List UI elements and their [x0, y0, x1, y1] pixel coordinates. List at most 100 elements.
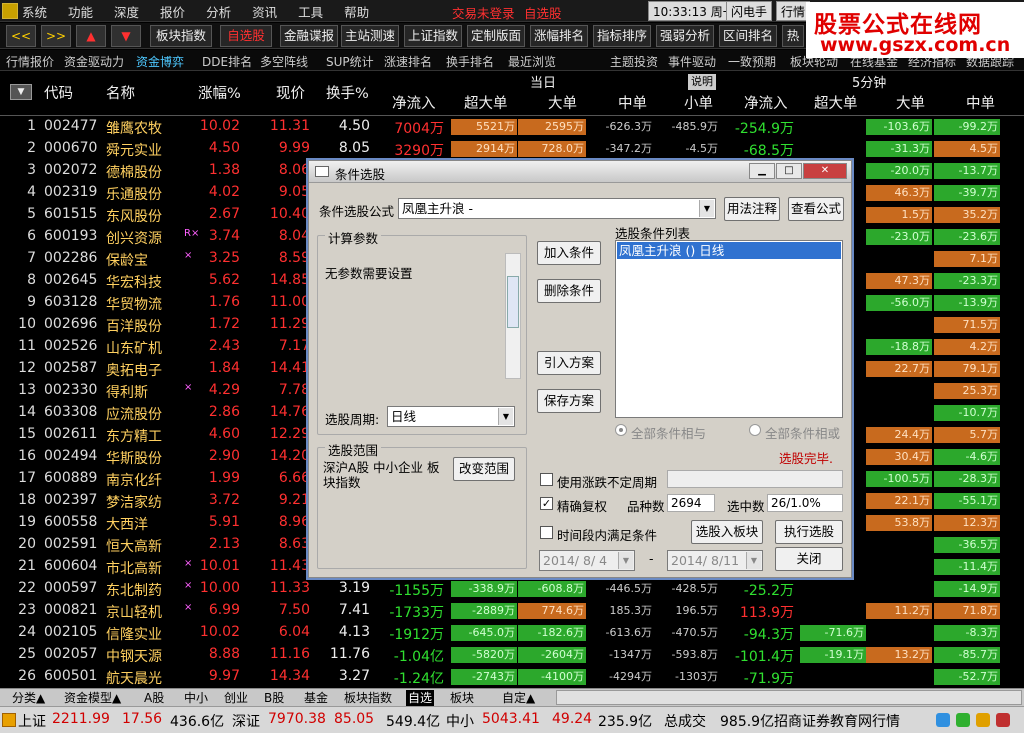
table-row[interactable]: 26 600501 航天晨光 9.97 14.34 3.27 -1.24亿 -2743万 -41… — [0, 666, 1024, 688]
radio-and[interactable] — [615, 424, 627, 436]
date-from-picker[interactable]: 2014/ 8/ 4 ▼ — [539, 550, 635, 571]
view-formula-button[interactable]: 查看公式 — [788, 197, 844, 221]
table-row[interactable]: 1 002477 雏鹰农牧 10.02 11.31 4.50 7004万 5521万 2595万… — [0, 116, 1024, 138]
col-name[interactable]: 名称 — [106, 82, 135, 104]
menu-depth[interactable]: 深度 — [114, 2, 139, 21]
message-icon[interactable] — [936, 713, 950, 727]
tab-speed-rank[interactable]: 涨速排名 — [384, 53, 432, 70]
dialog-titlebar[interactable]: 条件选股 ▁ □ ✕ — [309, 161, 851, 183]
tab-consensus[interactable]: 一致预期 — [728, 53, 776, 70]
maximize-icon[interactable]: □ — [776, 163, 802, 179]
tab-fund-game[interactable]: 资金博弈 — [136, 53, 184, 70]
uncertain-period-checkbox[interactable] — [540, 473, 553, 486]
btn-my-stocks[interactable]: 自选股 — [220, 25, 272, 47]
menu-analysis[interactable]: 分析 — [206, 2, 231, 21]
tab-dde-rank[interactable]: DDE排名 — [202, 53, 252, 70]
my-pick-link[interactable]: 自选股 — [524, 3, 562, 22]
btn-strength-analysis[interactable]: 强弱分析 — [656, 25, 714, 47]
alert-icon[interactable] — [996, 713, 1010, 727]
btn-hot[interactable]: 热 — [782, 25, 804, 47]
change-range-button[interactable]: 改变范围 — [453, 457, 515, 481]
radio-or[interactable] — [749, 424, 761, 436]
btab-sme[interactable]: 中小 — [182, 690, 210, 706]
signal-icon[interactable] — [976, 713, 990, 727]
col-medium[interactable]: 中单 — [618, 92, 647, 114]
flash-trade-button[interactable]: 闪电手 — [726, 1, 773, 21]
menu-function[interactable]: 功能 — [68, 2, 93, 21]
add-condition-button[interactable]: 加入条件 — [537, 241, 601, 265]
tab-event-drive[interactable]: 事件驱动 — [668, 53, 716, 70]
btab-fund-model[interactable]: 资金模型▲ — [62, 690, 123, 706]
trade-login-status[interactable]: 交易未登录 — [452, 3, 515, 22]
btab-growth[interactable]: 创业 — [222, 690, 250, 706]
table-row[interactable]: 24 002105 信隆实业 10.02 6.04 4.13 -1912万 -645.0万 -1… — [0, 622, 1024, 644]
col-net-inflow-5m[interactable]: 净流入 — [744, 92, 788, 114]
import-scheme-button[interactable]: 引入方案 — [537, 351, 601, 375]
connection-icon[interactable] — [956, 713, 970, 727]
btab-b-share[interactable]: B股 — [262, 690, 286, 706]
menu-tools[interactable]: 工具 — [298, 2, 323, 21]
menu-system[interactable]: 系统 — [22, 2, 47, 21]
col-large-5m[interactable]: 大单 — [896, 92, 925, 114]
tab-quote-list[interactable]: 行情报价 — [6, 53, 54, 70]
btn-sh-index[interactable]: 上证指数 — [404, 25, 462, 47]
col-medium-5m[interactable]: 中单 — [966, 92, 995, 114]
date-to-picker[interactable]: 2014/ 8/11 ▼ — [667, 550, 763, 571]
to-board-button[interactable]: 选股入板块 — [691, 520, 763, 544]
close-button[interactable]: 关闭 — [775, 547, 843, 571]
col-price[interactable]: 现价 — [276, 82, 305, 104]
btn-rise-rank[interactable]: 涨幅排名 — [530, 25, 588, 47]
btab-my-pick[interactable]: 自选 — [406, 690, 435, 706]
btn-finance-intel[interactable]: 金融谍报 — [280, 25, 338, 47]
table-row[interactable]: 2 000670 舜元实业 4.50 9.99 8.05 3290万 2914万 728.0万 -… — [0, 138, 1024, 160]
col-xlarge-5m[interactable]: 超大单 — [814, 92, 858, 114]
btab-custom[interactable]: 自定▲ — [500, 690, 537, 706]
col-code[interactable]: 代码 — [44, 82, 73, 104]
nav-back-icon[interactable]: << — [6, 25, 36, 47]
col-small[interactable]: 小单 — [684, 92, 713, 114]
btn-indicator-sort[interactable]: 指标排序 — [593, 25, 651, 47]
run-screen-button[interactable]: 执行选股 — [775, 520, 843, 544]
condition-item[interactable]: 凤凰主升浪 () 日线 — [617, 242, 841, 259]
col-change[interactable]: 涨幅% — [198, 82, 241, 104]
col-turnover[interactable]: 换手% — [326, 82, 369, 104]
usage-button[interactable]: 用法注释 — [724, 197, 780, 221]
exact-adjust-checkbox[interactable]: ✓ — [540, 497, 553, 510]
nav-forward-icon[interactable]: >> — [41, 25, 71, 47]
btab-sector-index[interactable]: 板块指数 — [342, 690, 394, 706]
params-scrollbar[interactable] — [505, 253, 521, 379]
col-xlarge[interactable]: 超大单 — [464, 92, 508, 114]
btab-a-share[interactable]: A股 — [142, 690, 166, 706]
horizontal-scrollbar[interactable] — [556, 690, 1022, 705]
formula-select[interactable]: 凤凰主升浪 - ▼ — [398, 198, 716, 219]
save-scheme-button[interactable]: 保存方案 — [537, 389, 601, 413]
btn-sector-index[interactable]: 板块指数 — [150, 25, 212, 47]
tab-recent[interactable]: 最近浏览 — [508, 53, 556, 70]
menu-help[interactable]: 帮助 — [344, 2, 369, 21]
explain-button[interactable]: 说明 — [688, 74, 716, 90]
tab-theme-invest[interactable]: 主题投资 — [610, 53, 658, 70]
table-row[interactable]: 22 000597 东北制药 × 10.00 11.33 3.19 -1155万 -338.9万… — [0, 578, 1024, 600]
table-row[interactable]: 23 000821 京山轻机 × 6.99 7.50 7.41 -1733万 -2889万 774… — [0, 600, 1024, 622]
tab-turnover-rank[interactable]: 换手排名 — [446, 53, 494, 70]
period-meet-checkbox[interactable] — [540, 526, 553, 539]
btn-speed-test[interactable]: 主站测速 — [341, 25, 399, 47]
tab-long-short[interactable]: 多空阵线 — [260, 53, 308, 70]
btab-category[interactable]: 分类▲ — [10, 690, 47, 706]
btab-fund[interactable]: 基金 — [302, 690, 330, 706]
col-large[interactable]: 大单 — [548, 92, 577, 114]
delete-condition-button[interactable]: 删除条件 — [537, 279, 601, 303]
col-net-inflow[interactable]: 净流入 — [392, 92, 436, 114]
close-icon[interactable]: ✕ — [803, 163, 847, 179]
period-select[interactable]: 日线 ▼ — [387, 406, 515, 427]
column-menu-icon[interactable]: ▼ — [10, 84, 32, 100]
params-scroll-thumb[interactable] — [507, 276, 519, 328]
btn-range-rank[interactable]: 区间排名 — [719, 25, 777, 47]
nav-down-icon[interactable]: ▼ — [111, 25, 141, 47]
minimize-icon[interactable]: ▁ — [749, 163, 775, 179]
quote-button[interactable]: 行情 — [776, 1, 811, 21]
btn-custom-layout[interactable]: 定制版面 — [467, 25, 525, 47]
table-row[interactable]: 25 002057 中钢天源 8.88 11.16 11.76 -1.04亿 -5820万 -2… — [0, 644, 1024, 666]
menu-quote[interactable]: 报价 — [160, 2, 185, 21]
condition-list[interactable]: 凤凰主升浪 () 日线 — [615, 240, 843, 418]
